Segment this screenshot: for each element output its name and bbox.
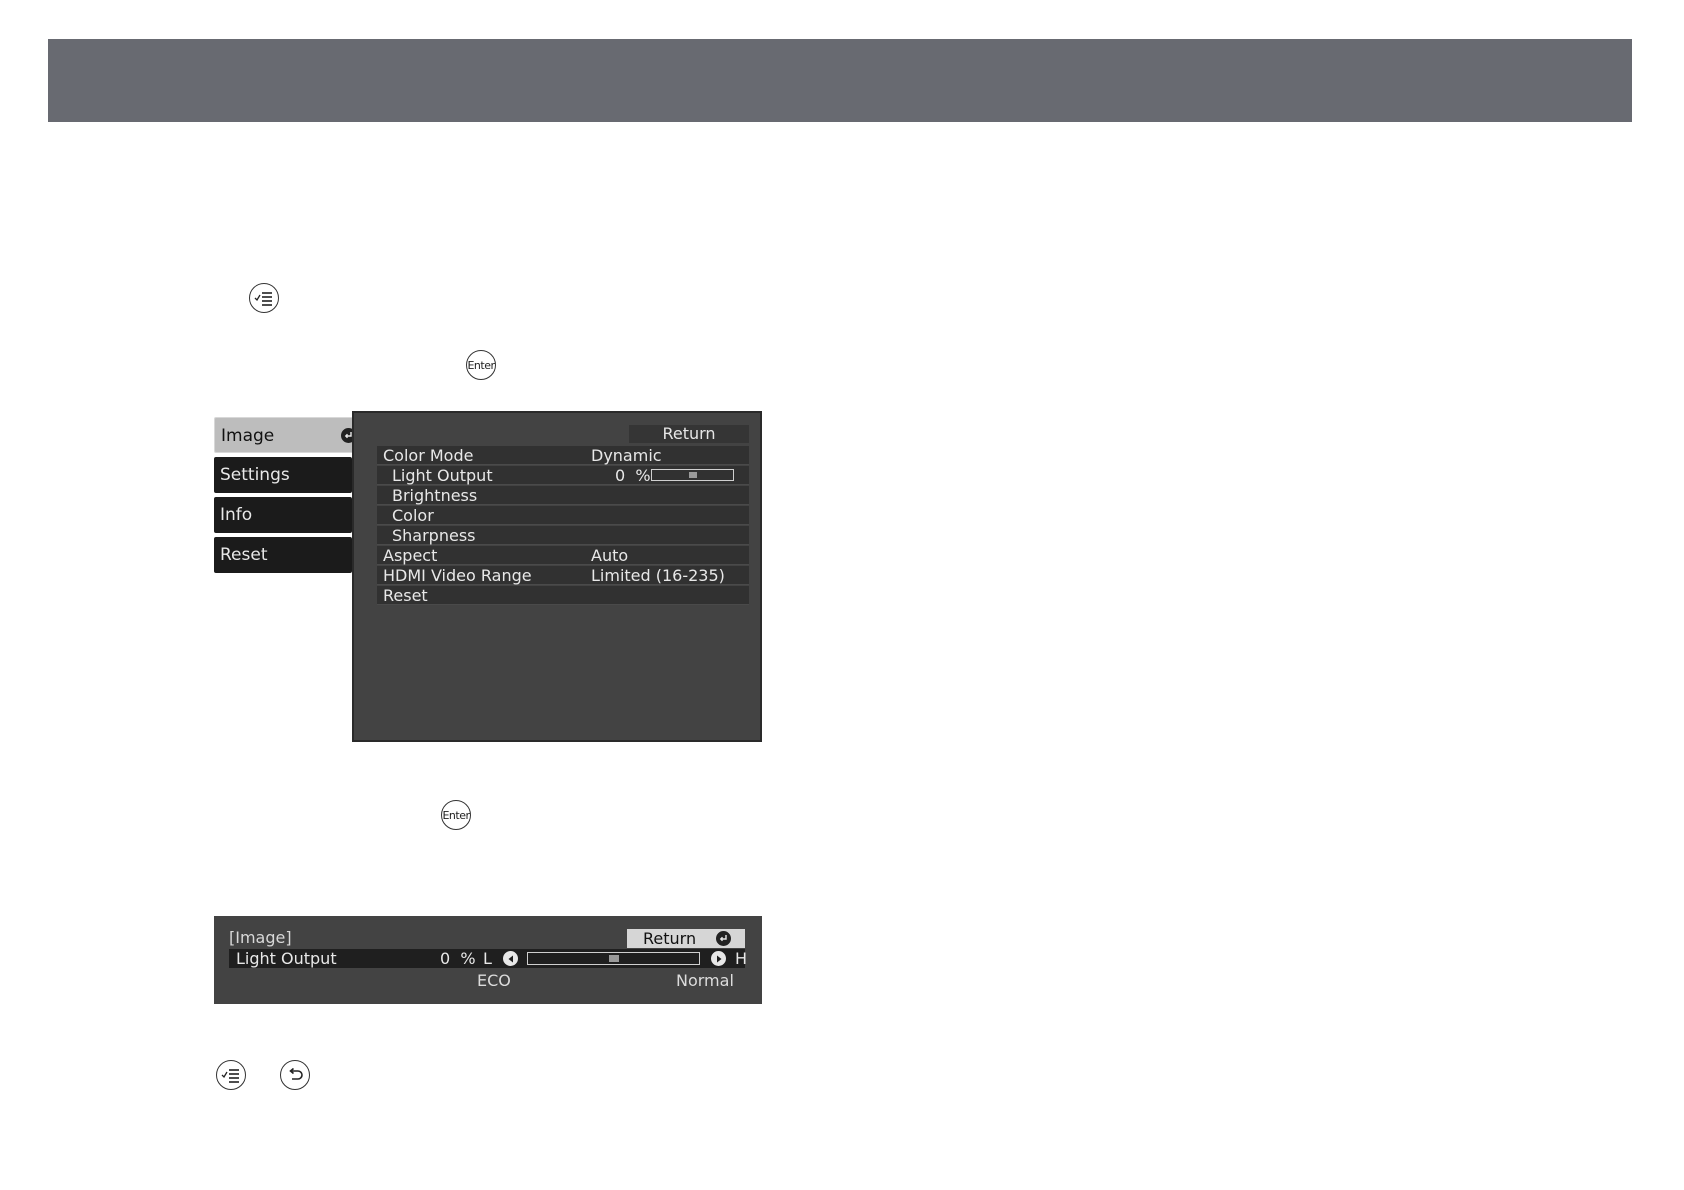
- enter-button-icon: Enter: [466, 350, 496, 380]
- light-output-unit: %: [635, 466, 651, 485]
- adjust-row-label: Light Output: [236, 949, 337, 968]
- menu-row-value: Dynamic: [591, 446, 662, 465]
- adjust-value-unit: %: [460, 949, 476, 968]
- tab-info[interactable]: Info: [214, 497, 352, 533]
- tab-image-label: Image: [221, 426, 275, 446]
- tab-image[interactable]: Image: [214, 417, 363, 453]
- adjust-value-number: 0: [440, 949, 451, 968]
- light-output-number: 0: [615, 466, 626, 485]
- enter-button-icon: Enter: [441, 800, 471, 830]
- light-output-value: 0 %: [615, 466, 651, 485]
- adjust-panel-title: [Image]: [229, 928, 292, 947]
- return-arrow-icon: [280, 1060, 310, 1090]
- adjust-value: 0 %: [440, 949, 476, 968]
- light-output-mini-bar: [651, 469, 734, 481]
- menu-row-label: Aspect: [383, 546, 438, 565]
- scale-normal-label: Normal: [676, 971, 734, 990]
- menu-row-sharpness[interactable]: Sharpness: [377, 526, 749, 545]
- adjust-high-label: H: [735, 949, 748, 968]
- image-menu-panel: Return Color Mode Dynamic Light Output 0…: [352, 411, 762, 742]
- tab-reset-label: Reset: [220, 545, 268, 565]
- return-button-label: Return: [662, 424, 716, 443]
- enter-button-label: Enter: [467, 358, 495, 372]
- tab-settings-label: Settings: [220, 465, 290, 485]
- light-output-mini-knob: [688, 472, 697, 478]
- adjust-low-label: L: [483, 949, 492, 968]
- decrease-arrow-icon[interactable]: [503, 951, 518, 966]
- enter-button-label: Enter: [442, 808, 470, 822]
- tab-settings[interactable]: Settings: [214, 457, 352, 493]
- menu-row-color[interactable]: Color: [377, 506, 749, 525]
- return-button[interactable]: Return: [629, 425, 749, 443]
- scale-eco-label: ECO: [477, 971, 511, 990]
- menu-row-value: Limited (16-235): [591, 566, 725, 585]
- menu-row-aspect[interactable]: Aspect Auto: [377, 546, 749, 565]
- menu-row-reset[interactable]: Reset: [377, 586, 749, 605]
- light-output-slider-knob[interactable]: [608, 955, 619, 962]
- adjust-return-label: Return: [643, 929, 697, 948]
- menu-row-color-mode[interactable]: Color Mode Dynamic: [377, 446, 749, 465]
- menu-row-light-output[interactable]: Light Output 0 %: [377, 466, 749, 485]
- enter-indicator-icon: [716, 931, 731, 946]
- menu-button-icon: [249, 283, 279, 313]
- menu-row-label: Color Mode: [383, 446, 474, 465]
- menu-row-label: Color: [392, 506, 434, 525]
- light-output-slider[interactable]: [527, 952, 700, 965]
- menu-row-label: Sharpness: [392, 526, 476, 545]
- menu-row-hdmi-video-range[interactable]: HDMI Video Range Limited (16-235): [377, 566, 749, 585]
- menu-row-brightness[interactable]: Brightness: [377, 486, 749, 505]
- header-bar: [48, 39, 1632, 122]
- light-output-adjust-panel: [Image] Return Light Output 0 % L H ECO …: [214, 916, 762, 1004]
- menu-row-label: HDMI Video Range: [383, 566, 532, 585]
- menu-row-label: Light Output: [392, 466, 493, 485]
- menu-row-label: Reset: [383, 586, 428, 605]
- menu-button-icon: [216, 1060, 246, 1090]
- increase-arrow-icon[interactable]: [711, 951, 726, 966]
- tab-info-label: Info: [220, 505, 253, 525]
- adjust-return-button[interactable]: Return: [627, 929, 745, 948]
- menu-row-label: Brightness: [392, 486, 478, 505]
- menu-row-value: Auto: [591, 546, 629, 565]
- tab-reset[interactable]: Reset: [214, 537, 352, 573]
- light-output-adjust-row[interactable]: Light Output 0 % L H: [229, 949, 748, 968]
